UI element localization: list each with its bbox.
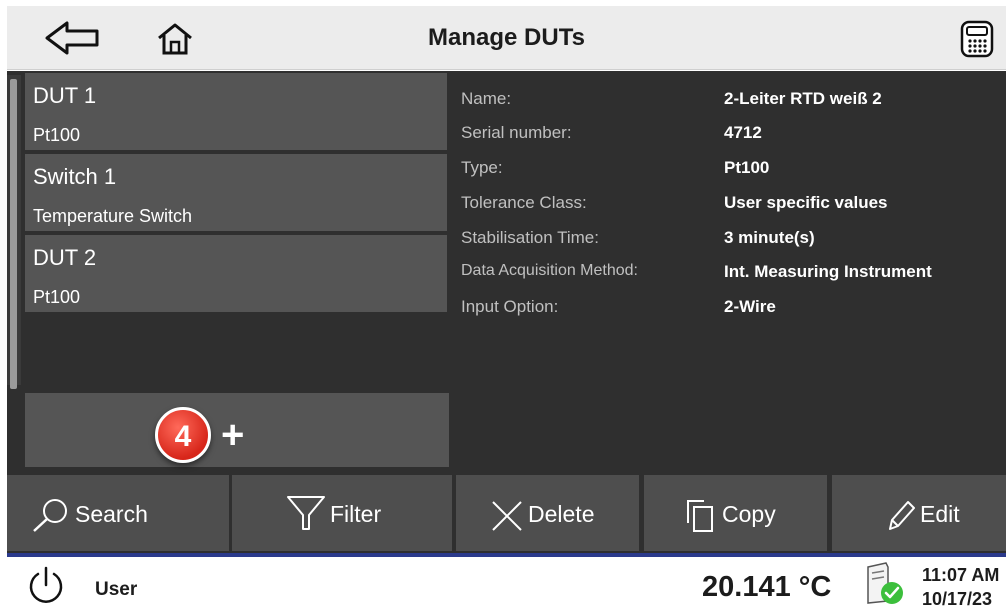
delete-label: Delete — [528, 501, 595, 527]
dut-name: Switch 1 — [33, 164, 117, 189]
detail-value: 2-Leiter RTD weiß 2 — [724, 89, 882, 108]
detail-value: Int. Measuring Instrument — [724, 262, 932, 281]
search-button[interactable]: Search — [7, 475, 229, 551]
temperature-readout: 20.141 °C — [702, 571, 832, 603]
dut-type: Temperature Switch — [33, 206, 193, 226]
dut-list-item[interactable]: DUT 1 Pt100 — [25, 73, 447, 150]
filter-button[interactable]: Filter — [232, 475, 452, 551]
detail-label: Tolerance Class: — [461, 193, 587, 212]
edit-label: Edit — [920, 501, 960, 527]
dut-list: DUT 1 Pt100 Switch 1 Temperature Switch … — [7, 71, 453, 473]
detail-value: 4712 — [724, 123, 762, 142]
status-bar: User 20.141 °C 11:07 AM 10/17/23 — [0, 557, 1006, 610]
user-label: User — [95, 579, 138, 600]
dut-details: Name: 2-Leiter RTD weiß 2 Serial number:… — [453, 71, 1006, 473]
detail-label: Name: — [461, 89, 512, 108]
dut-type: Pt100 — [33, 287, 81, 307]
detail-row: Serial number: 4712 — [461, 123, 1001, 153]
calculator-icon[interactable] — [960, 20, 994, 58]
device-status-icon — [860, 561, 908, 607]
date-text: 10/17/23 — [922, 589, 993, 609]
detail-row: Type: Pt100 — [461, 158, 1001, 188]
detail-value: User specific values — [724, 193, 888, 212]
detail-row: Data Acquisition Method: Int. Measuring … — [461, 262, 1001, 292]
close-icon — [492, 501, 522, 531]
delete-button[interactable]: Delete — [456, 475, 639, 551]
time-text: 11:07 AM — [922, 565, 1000, 585]
dut-name: DUT 1 — [33, 83, 97, 108]
power-icon[interactable] — [26, 565, 66, 605]
detail-label: Type: — [461, 158, 503, 177]
dut-list-item[interactable]: Switch 1 Temperature Switch — [25, 154, 447, 231]
copy-icon — [687, 500, 713, 532]
edit-button[interactable]: Edit — [832, 475, 1006, 551]
copy-button[interactable]: Copy — [644, 475, 827, 551]
main-panel: DUT 1 Pt100 Switch 1 Temperature Switch … — [7, 71, 1006, 473]
dut-list-item[interactable]: DUT 2 Pt100 — [25, 235, 447, 312]
detail-row: Tolerance Class: User specific values — [461, 193, 1001, 223]
copy-label: Copy — [722, 501, 776, 527]
page-title: Manage DUTs — [428, 24, 585, 51]
filter-icon — [287, 496, 325, 530]
detail-label: Input Option: — [461, 297, 559, 316]
pencil-icon — [889, 501, 915, 530]
add-dut-button[interactable]: 4 + — [25, 393, 449, 467]
detail-value: Pt100 — [724, 158, 770, 177]
clock: 11:07 AM 10/17/23 — [922, 563, 999, 610]
scrollbar[interactable] — [7, 75, 21, 389]
top-bar: Manage DUTs — [7, 6, 1006, 70]
detail-label: Serial number: — [461, 123, 572, 142]
action-bar: Search Filter Delete Copy Edit — [7, 473, 1006, 553]
dut-type: Pt100 — [33, 125, 81, 145]
detail-value: 3 minute(s) — [724, 228, 815, 247]
scrollbar-thumb[interactable] — [10, 79, 17, 389]
search-label: Search — [75, 501, 148, 527]
detail-row: Stabilisation Time: 3 minute(s) — [461, 228, 1001, 258]
filter-label: Filter — [330, 501, 382, 527]
detail-label: Stabilisation Time: — [461, 228, 599, 247]
dut-name: DUT 2 — [33, 245, 97, 270]
detail-row: Name: 2-Leiter RTD weiß 2 — [461, 89, 1001, 119]
step-badge: 4 — [155, 407, 211, 463]
detail-row: Input Option: 2-Wire — [461, 297, 1001, 327]
detail-label: Data Acquisition Method: — [461, 262, 638, 279]
search-icon — [33, 499, 67, 532]
detail-value: 2-Wire — [724, 297, 776, 316]
plus-icon: + — [221, 413, 245, 457]
